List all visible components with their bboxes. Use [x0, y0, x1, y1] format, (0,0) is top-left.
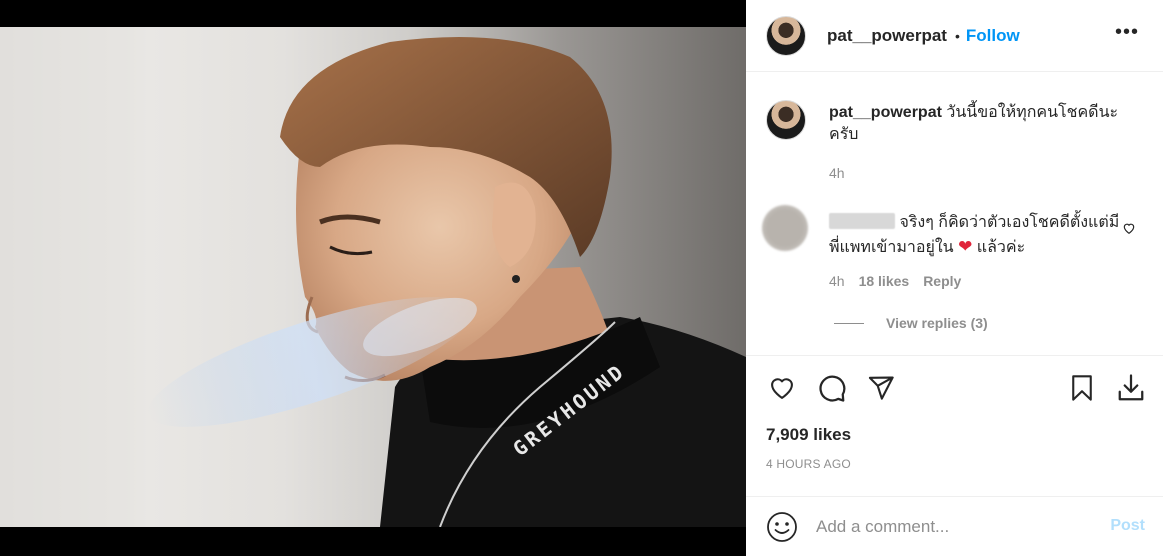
comment-input[interactable]	[816, 514, 1086, 540]
more-options-icon[interactable]: •••	[1115, 22, 1139, 42]
comment-body-after: แล้วค่ะ	[976, 239, 1026, 256]
comment-meta: 4h 18 likes Reply	[829, 273, 961, 289]
action-bar	[746, 370, 1163, 410]
caption-time[interactable]: 4h	[829, 162, 1139, 184]
avatar[interactable]	[766, 15, 806, 56]
separator-dot: •	[954, 27, 960, 44]
redacted-username	[829, 213, 895, 229]
comment-icon[interactable]	[814, 370, 850, 406]
comment-text: จริงๆ ก็คิดว่าตัวเองโชคดีตั้งแต่มีพี่แพท…	[829, 211, 1129, 260]
share-icon[interactable]	[863, 370, 899, 406]
reply-button[interactable]: Reply	[923, 273, 961, 289]
username-link[interactable]: pat__powerpat	[827, 26, 947, 46]
commenter-avatar[interactable]	[762, 205, 808, 251]
view-replies-label: View replies (3)	[886, 315, 988, 331]
download-icon[interactable]	[1113, 370, 1149, 406]
view-replies-button[interactable]: View replies (3)	[834, 315, 988, 331]
likes-count[interactable]: 7,909 likes	[766, 425, 851, 445]
caption-avatar[interactable]	[766, 100, 806, 140]
post-comment-button[interactable]: Post	[1110, 517, 1145, 535]
post-photo[interactable]: GREYHOUND	[0, 27, 746, 527]
post-image: GREYHOUND	[0, 27, 746, 527]
follow-button[interactable]: Follow	[966, 26, 1020, 46]
add-comment-bar: Post	[746, 497, 1163, 556]
comment-likes[interactable]: 18 likes	[859, 273, 910, 289]
red-heart-emoji: ❤	[958, 237, 973, 256]
post-media[interactable]: GREYHOUND	[0, 0, 746, 556]
bookmark-icon[interactable]	[1064, 370, 1100, 406]
divider	[746, 355, 1163, 356]
comment-like-icon[interactable]	[1122, 221, 1136, 238]
heart-icon[interactable]	[764, 370, 800, 406]
caption-text: pat__powerpat วันนี้ขอให้ทุกคนโชคดีนะครั…	[829, 102, 1139, 184]
replies-line	[834, 322, 864, 324]
caption-username[interactable]: pat__powerpat	[829, 104, 942, 121]
post-time[interactable]: 4 HOURS AGO	[766, 457, 851, 471]
post-header: pat__powerpat • Follow •••	[746, 0, 1163, 72]
emoji-icon[interactable]	[766, 511, 798, 543]
comment-time[interactable]: 4h	[829, 273, 845, 289]
post-sidebar: pat__powerpat • Follow ••• pat__powerpat…	[746, 0, 1163, 556]
